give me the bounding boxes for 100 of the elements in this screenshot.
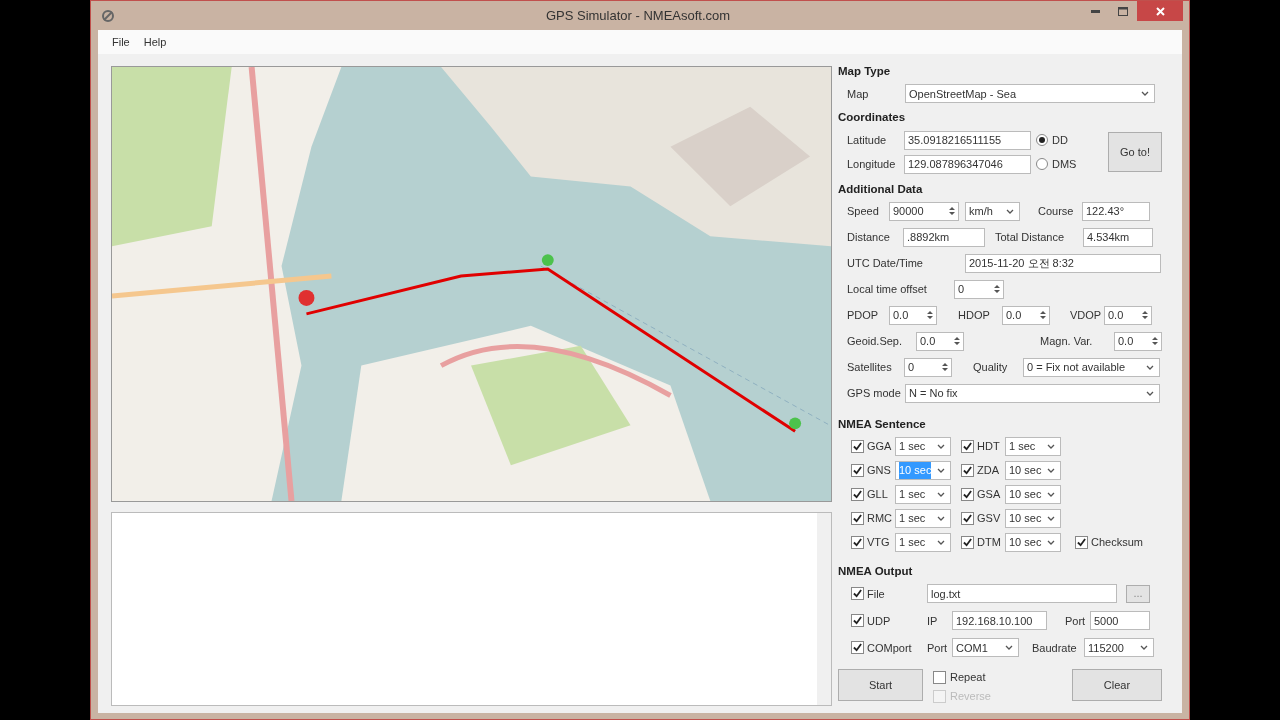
checkbox[interactable] <box>961 536 974 549</box>
field-label: COMport <box>867 640 913 656</box>
spin-box[interactable]: 0.0 <box>1104 305 1152 325</box>
caret-icon <box>1141 91 1149 97</box>
dropdown[interactable]: COM1 <box>952 638 1019 658</box>
caret-icon <box>1006 208 1014 214</box>
spin-arrows-icon <box>1039 309 1047 322</box>
caret-icon <box>937 468 945 473</box>
input-field[interactable]: 5000 <box>1090 611 1150 631</box>
caret-icon <box>1146 390 1154 396</box>
field-label: Quality <box>973 360 1009 375</box>
field-label: VTG <box>867 535 891 551</box>
caret-icon <box>937 516 945 521</box>
checkbox[interactable] <box>851 587 864 601</box>
checkbox[interactable] <box>1075 536 1088 549</box>
push-button[interactable]: Start <box>838 669 923 702</box>
dropdown[interactable]: 115200 <box>1084 638 1154 658</box>
dropdown[interactable]: 10 sec <box>1005 533 1061 552</box>
checkbox[interactable] <box>851 512 864 525</box>
field-label: Local time offset <box>847 282 928 297</box>
field-label: HDOP <box>958 308 991 323</box>
checkbox[interactable] <box>851 464 864 477</box>
dropdown[interactable]: OpenStreetMap - Sea <box>905 84 1155 104</box>
dropdown[interactable]: 1 sec <box>895 485 951 504</box>
input-field[interactable]: 2015-11-20 오전 8:32 <box>965 253 1161 273</box>
checkbox-label: Repeat <box>950 670 986 686</box>
checkbox[interactable] <box>933 671 946 684</box>
field-label: GPS mode <box>847 386 902 401</box>
dropdown[interactable]: 1 sec <box>895 533 951 552</box>
dropdown[interactable]: km/h <box>965 201 1020 221</box>
section-header: Map Type <box>838 64 892 79</box>
push-button[interactable]: Go to! <box>1108 132 1162 172</box>
checkbox[interactable] <box>961 464 974 477</box>
field-label: Course <box>1038 204 1075 219</box>
spin-box[interactable]: 0 <box>954 279 1004 299</box>
push-button[interactable]: Clear <box>1072 669 1162 702</box>
scrollbar[interactable] <box>817 513 831 705</box>
spin-box[interactable]: 0.0 <box>889 305 937 325</box>
caret-icon <box>937 492 945 497</box>
checkbox[interactable] <box>851 641 864 655</box>
field-label: Distance <box>847 230 891 245</box>
input-field[interactable]: 192.168.10.100 <box>952 611 1047 631</box>
field-label: Longitude <box>847 156 897 172</box>
checkbox[interactable] <box>851 488 864 501</box>
field-label: Port <box>927 640 949 656</box>
field-label: Geoid.Sep. <box>847 334 904 349</box>
spin-arrows-icon <box>941 361 949 374</box>
dropdown[interactable]: 1 sec <box>895 437 951 456</box>
menu-item[interactable]: File <box>106 33 136 51</box>
field-label: HDT <box>977 439 1001 455</box>
field-label: GNS <box>867 463 892 479</box>
radio-button[interactable] <box>1036 134 1048 146</box>
checkbox[interactable] <box>961 440 974 453</box>
spin-box[interactable]: 0.0 <box>916 331 964 351</box>
caret-icon <box>1140 645 1148 651</box>
spin-arrows-icon <box>1151 335 1159 348</box>
menu-item[interactable]: Help <box>137 33 173 51</box>
spin-box[interactable]: 90000 <box>889 201 959 221</box>
checkbox[interactable] <box>851 440 864 453</box>
field-label: Baudrate <box>1032 640 1078 656</box>
dropdown[interactable]: 10 sec <box>1005 485 1061 504</box>
spin-box[interactable]: 0.0 <box>1002 305 1050 325</box>
caret-icon <box>1047 540 1055 545</box>
dropdown[interactable]: 10 sec <box>1005 509 1061 528</box>
section-header: NMEA Sentence <box>838 416 927 432</box>
field-label: ZDA <box>977 463 1000 479</box>
field-label: VDOP <box>1070 308 1103 323</box>
radio-label: DD <box>1052 132 1068 148</box>
app-icon <box>101 8 115 23</box>
dropdown[interactable]: 0 = Fix not available <box>1023 357 1160 377</box>
field-label: Total Distance <box>995 230 1066 245</box>
dropdown[interactable]: N = No fix <box>905 383 1160 403</box>
section-header: Coordinates <box>838 110 907 126</box>
radio-label: DMS <box>1052 156 1077 172</box>
checkbox[interactable] <box>851 614 864 628</box>
radio-button[interactable] <box>1036 158 1048 170</box>
field-label: Checksum <box>1091 535 1143 551</box>
input-field[interactable]: 122.43° <box>1082 201 1150 221</box>
spin-box[interactable]: 0.0 <box>1114 331 1162 351</box>
spin-box[interactable]: 0 <box>904 357 952 377</box>
dropdown[interactable]: 1 sec <box>1005 437 1061 456</box>
input-field[interactable]: 4.534km <box>1083 227 1153 247</box>
dropdown[interactable]: 10 sec <box>1005 461 1061 480</box>
input-field[interactable]: 129.087896347046 <box>904 154 1031 174</box>
field-label: RMC <box>867 511 894 527</box>
close-button[interactable] <box>1137 1 1183 21</box>
input-field[interactable]: 35.0918216511155 <box>904 130 1031 150</box>
spin-arrows-icon <box>1141 309 1149 322</box>
caret-icon <box>1047 492 1055 497</box>
checkbox[interactable] <box>851 536 864 549</box>
field-label: UTC Date/Time <box>847 256 924 271</box>
input-field[interactable]: .8892km <box>903 227 985 247</box>
section-header: Additional Data <box>838 181 924 197</box>
caret-icon <box>1146 364 1154 370</box>
dropdown[interactable]: 1 sec <box>895 509 951 528</box>
close-icon <box>1155 6 1165 16</box>
checkbox[interactable] <box>961 488 974 501</box>
spin-arrows-icon <box>948 205 956 218</box>
input-field[interactable]: log.txt <box>927 584 1117 604</box>
checkbox[interactable] <box>961 512 974 525</box>
